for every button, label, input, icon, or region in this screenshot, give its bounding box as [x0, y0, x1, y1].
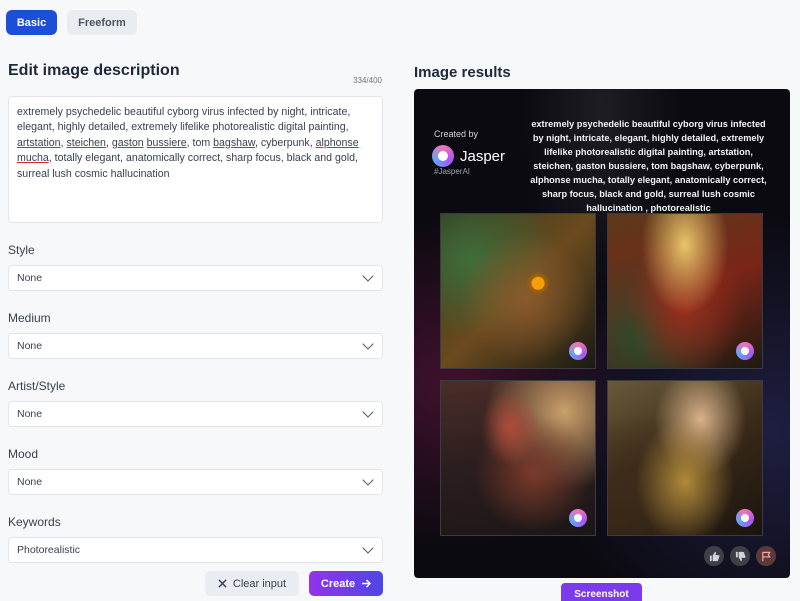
- close-icon: [218, 579, 227, 588]
- artist-select[interactable]: None: [8, 401, 383, 427]
- jasper-badge-icon: [569, 342, 587, 360]
- thumbs-down-button[interactable]: [730, 546, 750, 566]
- medium-select[interactable]: None: [8, 333, 383, 359]
- arrow-right-icon: [362, 579, 372, 588]
- brand: Jasper: [432, 145, 505, 167]
- medium-value: None: [17, 340, 43, 352]
- desc-part: gaston: [111, 136, 144, 149]
- desc-part: , cyberpunk,: [254, 136, 316, 149]
- jasper-badge-icon: [736, 342, 754, 360]
- medium-label: Medium: [8, 311, 51, 325]
- desc-part: mucha: [17, 152, 49, 165]
- desc-part: bussiere: [146, 136, 187, 149]
- result-image[interactable]: [607, 380, 763, 536]
- form-actions: Clear input Create: [205, 571, 383, 596]
- chevron-down-icon: [362, 338, 374, 350]
- desc-part: extremely psychedelic beautiful cyborg v…: [17, 106, 351, 134]
- edit-title: Edit image description: [8, 62, 180, 79]
- mood-value: None: [17, 476, 43, 488]
- tab-freeform[interactable]: Freeform: [67, 10, 137, 35]
- mood-select[interactable]: None: [8, 469, 383, 495]
- created-by-label: Created by: [434, 129, 479, 139]
- result-image[interactable]: [440, 380, 596, 536]
- flag-icon: [761, 551, 771, 561]
- desc-part: alphonse: [315, 136, 359, 149]
- clear-input-label: Clear input: [232, 577, 287, 590]
- create-button[interactable]: Create: [309, 571, 383, 596]
- clear-input-button[interactable]: Clear input: [205, 571, 299, 596]
- feedback-buttons: [704, 546, 776, 566]
- jasper-badge-icon: [736, 509, 754, 527]
- thumbs-down-icon: [735, 551, 745, 561]
- chevron-down-icon: [362, 542, 374, 554]
- style-label: Style: [8, 243, 35, 257]
- create-label: Create: [320, 577, 356, 590]
- chevron-down-icon: [362, 270, 374, 282]
- artist-value: None: [17, 408, 43, 420]
- desc-part: steichen: [66, 136, 106, 149]
- brand-handle: #JasperAI: [434, 167, 471, 176]
- result-prompt: extremely psychedelic beautiful cyborg v…: [530, 119, 767, 213]
- keywords-value: Photorealistic: [17, 544, 81, 556]
- brand-name: Jasper: [460, 147, 506, 165]
- style-select[interactable]: None: [8, 265, 383, 291]
- flag-button[interactable]: [756, 546, 776, 566]
- keywords-select[interactable]: Photorealistic: [8, 537, 383, 563]
- image-results-card: Created by Jasper #JasperAI extremely ps…: [414, 89, 790, 578]
- results-title: Image results: [414, 64, 511, 81]
- edit-panel: Edit image description 334/400 extremely…: [8, 62, 384, 563]
- mode-tabs: Basic Freeform: [6, 10, 137, 35]
- desc-part: bagshaw: [213, 136, 255, 149]
- char-count: 334/400: [353, 76, 382, 85]
- jasper-logo-icon: [432, 145, 454, 167]
- thumbs-up-button[interactable]: [704, 546, 724, 566]
- desc-part: , tom: [186, 136, 214, 149]
- result-image[interactable]: [440, 213, 596, 369]
- desc-part: , totally elegant, anatomically correct,…: [17, 152, 358, 180]
- jasper-badge-icon: [569, 509, 587, 527]
- thumbs-up-icon: [709, 551, 719, 561]
- chevron-down-icon: [362, 474, 374, 486]
- result-image[interactable]: [607, 213, 763, 369]
- artist-label: Artist/Style: [8, 379, 66, 393]
- desc-part: artstation: [17, 136, 61, 149]
- screenshot-button[interactable]: Screenshot: [561, 583, 642, 601]
- keywords-label: Keywords: [8, 515, 61, 529]
- description-textarea[interactable]: extremely psychedelic beautiful cyborg v…: [8, 96, 383, 223]
- tab-basic[interactable]: Basic: [6, 10, 57, 35]
- mood-label: Mood: [8, 447, 39, 461]
- style-value: None: [17, 272, 43, 284]
- chevron-down-icon: [362, 406, 374, 418]
